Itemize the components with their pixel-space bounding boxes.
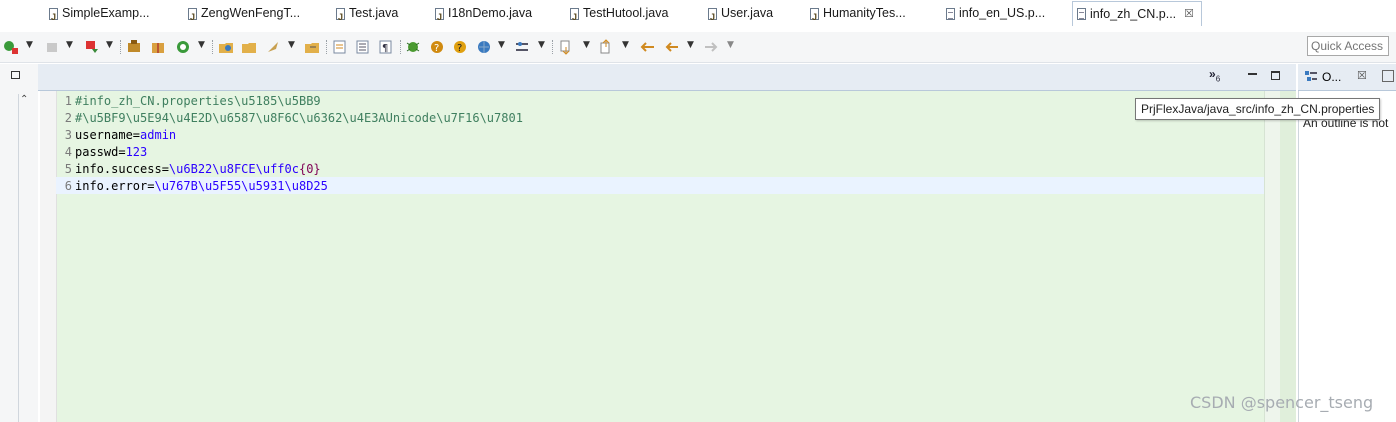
tab-outline[interactable]: O... (1322, 70, 1341, 84)
java-file-icon (810, 6, 819, 29)
tab-test-java[interactable]: Test.java (336, 2, 398, 29)
line-number: 1 (64, 94, 72, 108)
refresh-dropdown-icon[interactable]: ▼ (198, 40, 205, 50)
property-value: 123 (125, 145, 148, 159)
property-key: passwd= (75, 145, 126, 159)
close-icon[interactable]: ☒ (1357, 69, 1367, 82)
quick-access-input[interactable] (1307, 36, 1389, 56)
code-line-4: passwd=123 (75, 145, 147, 159)
svg-text:?: ? (457, 43, 462, 54)
tab-testhutool-java[interactable]: TestHutool.java (570, 2, 668, 29)
collapse-up-icon[interactable]: ⌃ (20, 94, 28, 105)
svg-text:?: ? (434, 43, 439, 54)
line-number: 4 (64, 145, 72, 159)
forward-icon[interactable] (703, 38, 719, 56)
property-key: info.success= (75, 162, 169, 176)
open-folder-icon[interactable] (241, 38, 257, 56)
tab-humanitytes[interactable]: HumanityTes... (810, 2, 906, 29)
svg-text:¶: ¶ (382, 43, 388, 54)
vertical-ruler (40, 91, 57, 422)
close-icon[interactable]: ☒ (1184, 3, 1194, 26)
annotations-icon[interactable] (332, 38, 348, 56)
previous-annotation-icon[interactable] (598, 38, 614, 56)
web-browser-dropdown-icon[interactable]: ▼ (498, 40, 505, 50)
stop-icon[interactable] (45, 38, 59, 56)
previous-annotation-dropdown-icon[interactable]: ▼ (622, 40, 629, 50)
line-number: 2 (64, 111, 72, 125)
line-number: 5 (64, 162, 72, 176)
back-icon[interactable] (664, 38, 680, 56)
java-file-icon (49, 6, 58, 29)
search-help-icon[interactable]: ? (429, 38, 445, 56)
back-dropdown-icon[interactable]: ▼ (687, 40, 694, 50)
code-line-1: #info_zh_CN.properties\u5185\u5BB9 (75, 94, 321, 108)
bug-icon[interactable] (405, 38, 421, 56)
block-selection-icon[interactable] (355, 38, 371, 56)
java-file-icon (336, 6, 345, 29)
editor-area[interactable] (40, 91, 1295, 422)
tab-i18ndemo-java[interactable]: I18nDemo.java (435, 2, 532, 29)
left-divider (18, 94, 19, 422)
web-browser-icon[interactable] (476, 38, 492, 56)
run-rocket-icon[interactable] (265, 38, 281, 56)
outline-icon (1305, 71, 1317, 83)
view-menu-icon[interactable] (1382, 70, 1394, 82)
line-number: 6 (64, 179, 72, 193)
external-tools-dropdown-icon[interactable]: ▼ (106, 40, 113, 50)
main-toolbar: ▼ ▼ ▼ ▼ ▼ ¶ ? ? ▼ ▼ ▼ ▼ ▼ ▼ (0, 32, 1396, 63)
vertical-scrollbar[interactable] (1264, 91, 1281, 422)
property-key: username= (75, 128, 141, 142)
line-number: 3 (64, 128, 72, 142)
property-value: \u767B\u5F55\u5931\u8D25 (154, 179, 328, 193)
package-icon[interactable] (150, 38, 166, 56)
open-type-icon[interactable] (218, 38, 234, 56)
outline-view (1298, 91, 1396, 422)
code-line-6: info.error=\u767B\u5F55\u5931\u8D25 (75, 179, 328, 193)
stop-dropdown-icon[interactable]: ▼ (66, 40, 73, 50)
tab-info-zh-cn[interactable]: info_zh_CN.p... ☒ (1072, 1, 1202, 26)
toggle-mark-icon[interactable] (514, 38, 530, 56)
editor-tab-strip (38, 64, 1296, 91)
next-annotation-dropdown-icon[interactable]: ▼ (583, 40, 590, 50)
run-dropdown-icon[interactable]: ▼ (288, 40, 295, 50)
code-line-3: username=admin (75, 128, 176, 142)
refresh-icon[interactable] (175, 38, 191, 56)
show-list-icon[interactable]: »6 (1209, 67, 1220, 83)
java-file-icon (188, 6, 197, 29)
code-line-5: info.success=\u6B22\u8FCE\uff0c{0} (75, 162, 321, 176)
maximize-icon[interactable] (1271, 71, 1280, 80)
restore-icon[interactable] (11, 71, 20, 79)
toggle-mark-dropdown-icon[interactable]: ▼ (538, 40, 545, 50)
java-file-icon (708, 6, 717, 29)
tab-path-tooltip: PrjFlexJava/java_src/info_zh_CN.properti… (1135, 98, 1381, 120)
debug-dropdown-icon[interactable]: ▼ (26, 40, 33, 50)
left-trim-bar (0, 64, 38, 422)
forward-dropdown-icon[interactable]: ▼ (727, 40, 734, 50)
next-annotation-icon[interactable] (558, 38, 574, 56)
show-whitespace-icon[interactable]: ¶ (378, 38, 394, 56)
watermark: CSDN @spencer_tseng (1190, 393, 1374, 412)
property-value: admin (140, 128, 177, 142)
java-file-icon (570, 6, 579, 29)
open-file-icon[interactable] (304, 38, 320, 56)
debug-icon[interactable] (3, 38, 19, 56)
tab-user-java[interactable]: User.java (708, 2, 773, 29)
property-key: info.error= (75, 179, 155, 193)
build-icon[interactable] (126, 38, 142, 56)
external-tools-icon[interactable] (84, 38, 100, 56)
property-value: \u6B22\u8FCE\uff0c (168, 162, 299, 176)
tab-simpleexamp[interactable]: SimpleExamp... (49, 2, 150, 29)
last-edit-location-icon[interactable] (638, 38, 656, 56)
minimize-icon[interactable] (1248, 73, 1257, 75)
property-argument: {0} (298, 162, 321, 176)
properties-file-icon (946, 7, 955, 20)
java-file-icon (435, 6, 444, 29)
tab-info-en-us[interactable]: info_en_US.p... (946, 2, 1045, 25)
tab-zengwenfengt[interactable]: ZengWenFengT... (188, 2, 300, 29)
properties-file-icon (1077, 8, 1086, 20)
overview-ruler (1280, 91, 1296, 422)
help-icon[interactable]: ? (452, 38, 468, 56)
code-line-2: #\u5BF9\u5E94\u4E2D\u6587\u8F6C\u6362\u4… (75, 111, 523, 125)
